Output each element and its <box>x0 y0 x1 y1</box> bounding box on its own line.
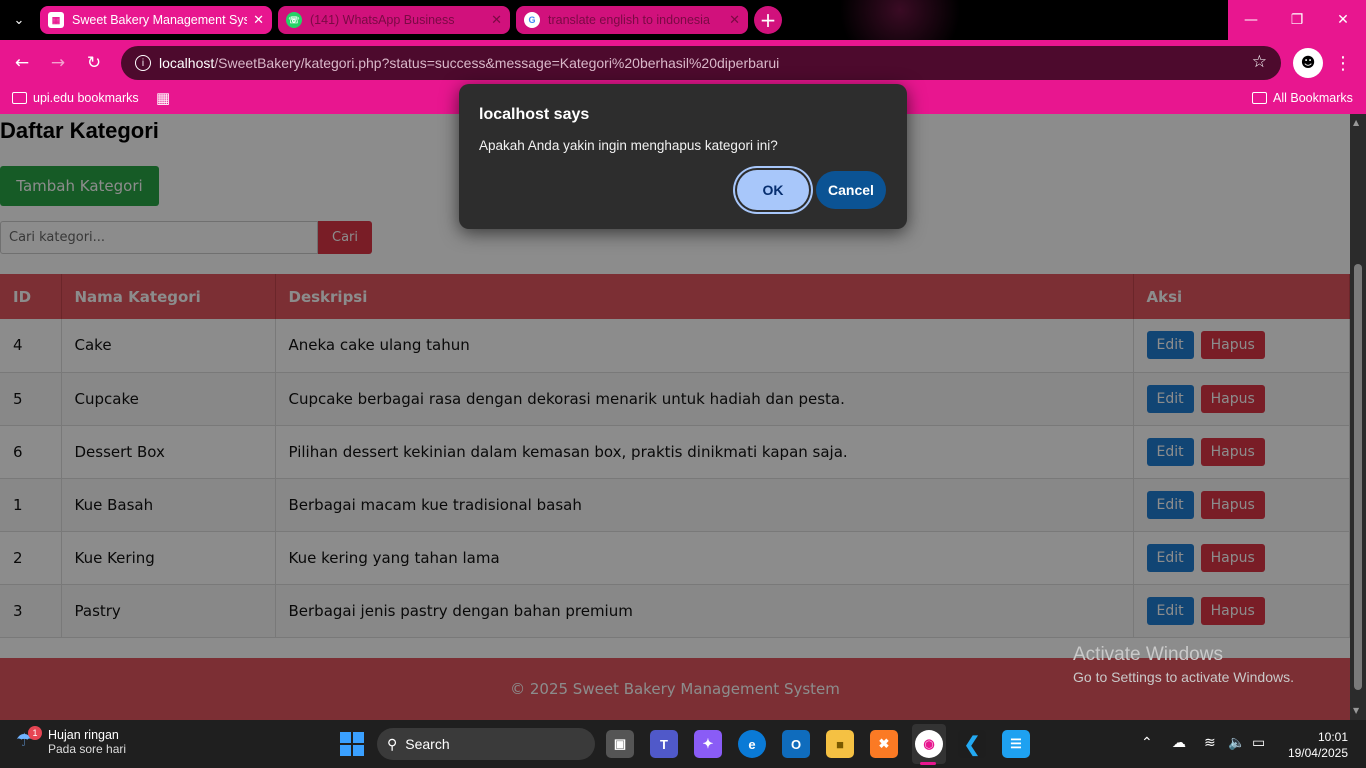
tab-strip: ⌄ ▦ Sweet Bakery Management Syst ✕ ☏ (14… <box>0 0 1366 40</box>
chrome-menu-icon[interactable]: ⋮ <box>1333 48 1353 78</box>
apps-grid-icon[interactable]: ▦ <box>156 89 170 107</box>
browser-toolbar: ← → ↻ i localhost/SweetBakery/kategori.p… <box>0 40 1366 86</box>
all-bookmarks-button[interactable]: All Bookmarks <box>1252 91 1353 105</box>
teams-icon[interactable]: T <box>650 730 678 758</box>
scroll-thumb[interactable] <box>1354 264 1362 690</box>
scroll-up-icon[interactable]: ▲ <box>1353 118 1359 127</box>
outlook-icon[interactable]: O <box>782 730 810 758</box>
restore-icon[interactable]: ❐ <box>1274 0 1320 40</box>
tab-title: Sweet Bakery Management Syst <box>72 13 248 27</box>
forward-arrow-icon[interactable]: → <box>44 49 72 77</box>
dialog-ok-button[interactable]: OK <box>737 170 809 210</box>
notepad-icon[interactable]: ☰ <box>1002 730 1030 758</box>
watermark-title: Activate Windows <box>1073 644 1223 665</box>
bookmark-folder-upi[interactable]: upi.edu bookmarks <box>12 91 139 105</box>
copilot-icon[interactable]: ✦ <box>694 730 722 758</box>
tab-translate[interactable]: G translate english to indonesia ✕ <box>516 6 748 34</box>
taskbar-search[interactable]: ⚲ Search <box>377 728 595 760</box>
bookmark-star-icon[interactable]: ☆ <box>1252 52 1267 72</box>
folder-icon <box>12 92 27 104</box>
notification-badge: 1 <box>28 726 42 740</box>
weather-widget[interactable]: ☂ 1 Hujan ringan Pada sore hari <box>16 726 127 756</box>
close-window-icon[interactable]: ✕ <box>1320 0 1366 40</box>
system-clock[interactable]: 10:01 19/04/2025 <box>1284 729 1348 761</box>
reload-icon[interactable]: ↻ <box>80 49 108 77</box>
whatsapp-favicon-icon: ☏ <box>286 12 302 28</box>
tab-whatsapp[interactable]: ☏ (141) WhatsApp Business ✕ <box>278 6 510 34</box>
xampp-favicon-icon: ▦ <box>48 12 64 28</box>
wifi-icon[interactable]: ≋ <box>1204 734 1216 751</box>
vscode-icon[interactable]: ❮ <box>958 730 986 758</box>
tab-sweet-bakery[interactable]: ▦ Sweet Bakery Management Syst ✕ <box>40 6 272 34</box>
search-icon: ⚲ <box>387 735 398 752</box>
tab-close-icon[interactable]: ✕ <box>729 12 740 28</box>
active-app-indicator <box>920 762 936 765</box>
tab-title: translate english to indonesia <box>548 13 710 27</box>
windows-start-icon[interactable] <box>340 732 364 756</box>
edge-icon[interactable]: e <box>738 730 766 758</box>
bookmark-label: upi.edu bookmarks <box>33 91 139 105</box>
windows-taskbar: ☂ 1 Hujan ringan Pada sore hari ⚲ Search… <box>0 720 1366 768</box>
file-explorer-icon[interactable]: ■ <box>826 730 854 758</box>
clock-date: 19/04/2025 <box>1287 746 1348 760</box>
rain-umbrella-icon: ☂ 1 <box>16 726 42 754</box>
folder-icon <box>1252 92 1267 104</box>
google-favicon-icon: G <box>524 12 540 28</box>
onedrive-icon[interactable]: ☁ <box>1172 734 1186 751</box>
tab-close-icon[interactable]: ✕ <box>491 12 502 28</box>
scroll-down-icon[interactable]: ▼ <box>1353 706 1359 715</box>
tab-title: (141) WhatsApp Business <box>310 13 455 27</box>
tab-search-chevron-icon[interactable]: ⌄ <box>6 8 32 32</box>
url-path: /SweetBakery/kategori.php?status=success… <box>214 55 780 71</box>
dialog-title: localhost says <box>479 106 590 123</box>
battery-icon[interactable]: ▭ <box>1252 734 1265 751</box>
chrome-icon[interactable]: ◉ <box>915 730 943 758</box>
task-view-icon[interactable]: ▣ <box>606 730 634 758</box>
xampp-icon[interactable]: ✖ <box>870 730 898 758</box>
dialog-message: Apakah Anda yakin ingin menghapus katego… <box>479 138 778 153</box>
profile-avatar[interactable]: ☻ <box>1293 48 1323 78</box>
taskbar-search-label: Search <box>405 736 450 752</box>
weather-subtitle: Pada sore hari <box>48 742 127 756</box>
activate-windows-watermark: Activate Windows Go to Settings to activ… <box>1073 644 1294 685</box>
minimize-icon[interactable]: — <box>1228 0 1274 40</box>
watermark-subtitle: Go to Settings to activate Windows. <box>1073 669 1294 685</box>
new-tab-plus-icon[interactable]: + <box>754 6 782 34</box>
weather-title: Hujan ringan <box>48 728 119 742</box>
dialog-cancel-button[interactable]: Cancel <box>816 171 886 209</box>
site-info-icon[interactable]: i <box>135 55 151 71</box>
tab-close-icon[interactable]: ✕ <box>253 12 264 28</box>
address-bar[interactable]: i localhost/SweetBakery/kategori.php?sta… <box>121 46 1281 80</box>
page-scrollbar[interactable]: ▲ ▼ <box>1350 114 1366 720</box>
volume-icon[interactable]: 🔈 <box>1228 734 1245 751</box>
back-arrow-icon[interactable]: ← <box>8 49 36 77</box>
confirm-dialog: localhost says Apakah Anda yakin ingin m… <box>459 84 907 229</box>
all-bookmarks-label: All Bookmarks <box>1273 91 1353 105</box>
tray-chevron-up-icon[interactable]: ⌃ <box>1141 734 1153 751</box>
url-host: localhost <box>159 55 215 71</box>
clock-time: 10:01 <box>1317 730 1348 744</box>
